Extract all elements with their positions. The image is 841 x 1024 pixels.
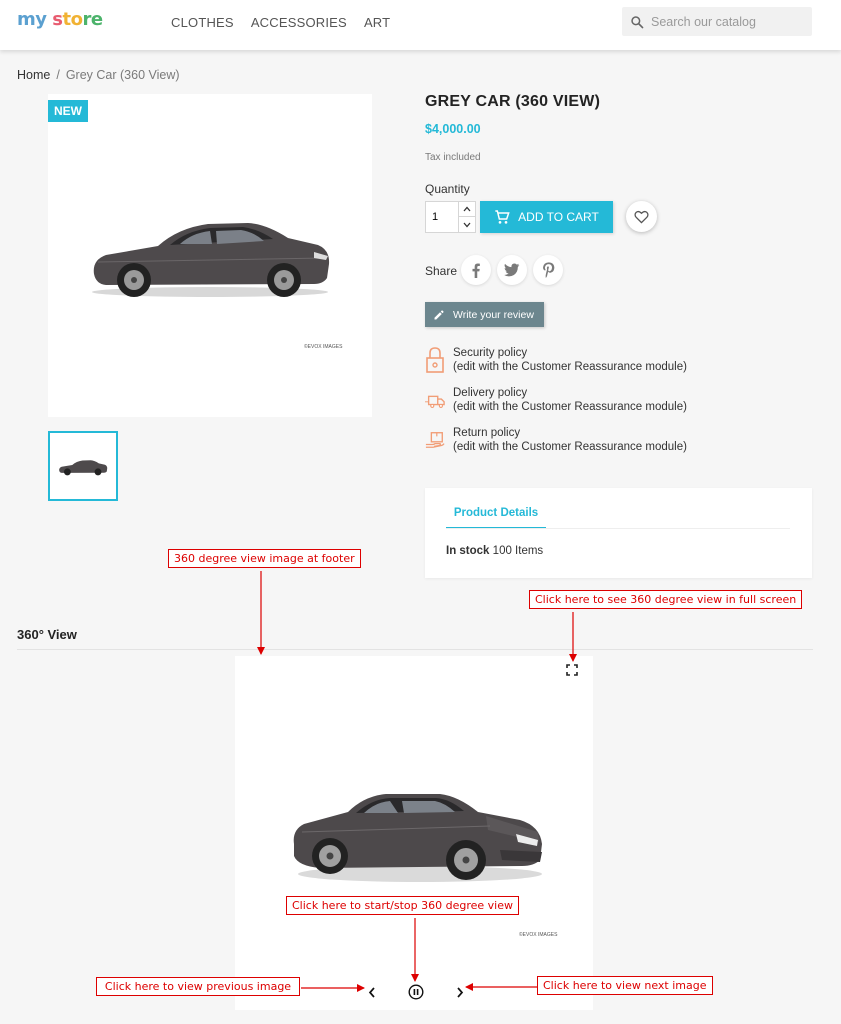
quantity-label: Quantity xyxy=(425,182,470,196)
chevron-left-icon xyxy=(368,986,375,998)
site-header: my store CLOTHES ACCESSORIES ART xyxy=(0,0,841,50)
section-divider xyxy=(17,649,813,650)
quantity-input[interactable] xyxy=(426,202,459,232)
car-360-image xyxy=(293,794,542,882)
chevron-down-icon xyxy=(463,222,471,227)
reassurance-return: Return policy (edit with the Customer Re… xyxy=(425,426,687,454)
annotation-next: Click here to view next image xyxy=(537,976,713,995)
share-facebook-button[interactable] xyxy=(461,255,491,285)
stock-status: In stock 100 Items xyxy=(446,545,544,557)
quantity-down-button[interactable] xyxy=(458,217,475,232)
reassurance-security: Security policy (edit with the Customer … xyxy=(425,346,687,374)
reassurance-title: Delivery policy xyxy=(453,387,528,399)
search-input[interactable] xyxy=(651,14,801,29)
nav-accessories[interactable]: ACCESSORIES xyxy=(251,15,347,30)
cart-icon xyxy=(495,210,510,224)
breadcrumb-home[interactable]: Home xyxy=(17,68,50,82)
share-twitter-button[interactable] xyxy=(497,255,527,285)
add-to-cart-button[interactable]: ADD TO CART xyxy=(480,201,613,233)
pause-icon xyxy=(408,984,424,1000)
share-pinterest-button[interactable] xyxy=(533,255,563,285)
car-image xyxy=(92,223,330,297)
play-pause-button[interactable] xyxy=(407,983,425,1001)
tab-divider xyxy=(446,528,790,529)
share-label: Share xyxy=(425,264,458,278)
quantity-stepper xyxy=(425,201,476,233)
watermark: ©EVOX IMAGES xyxy=(304,344,343,350)
product-thumbnail[interactable] xyxy=(48,431,118,501)
nav-clothes[interactable]: CLOTHES xyxy=(171,15,234,30)
write-review-button[interactable]: Write your review xyxy=(425,302,544,327)
search-icon[interactable] xyxy=(630,15,644,29)
reassurance-note: (edit with the Customer Reassurance modu… xyxy=(453,401,687,413)
next-image-button[interactable] xyxy=(453,983,467,1001)
annotation-previous: Click here to view previous image xyxy=(96,977,300,996)
main-nav: CLOTHES ACCESSORIES ART xyxy=(171,15,390,30)
product-title: GREY CAR (360 VIEW) xyxy=(425,93,601,110)
store-logo[interactable]: my store xyxy=(17,9,103,30)
reassurance-delivery: Delivery policy (edit with the Customer … xyxy=(425,386,687,414)
previous-image-button[interactable] xyxy=(365,983,379,1001)
product-details-panel: Product Details In stock 100 Items xyxy=(425,488,812,578)
new-badge: NEW xyxy=(48,100,88,122)
tax-note: Tax included xyxy=(425,152,481,163)
search-box xyxy=(622,7,812,36)
reassurance-title: Return policy xyxy=(453,427,521,439)
reassurance-title: Security policy xyxy=(453,347,528,359)
annotation-startstop: Click here to start/stop 360 degree view xyxy=(286,896,519,915)
section-title-360: 360° View xyxy=(17,627,77,642)
twitter-icon xyxy=(504,263,520,277)
chevron-up-icon xyxy=(463,206,471,212)
pencil-icon xyxy=(434,309,444,319)
watermark-360: ©EVOX IMAGES xyxy=(519,932,558,938)
annotation-footer: 360 degree view image at footer xyxy=(168,549,361,568)
car-thumbnail-image xyxy=(59,460,108,476)
annotation-fullscreen: Click here to see 360 degree view in ful… xyxy=(529,590,803,609)
reassurance-note: (edit with the Customer Reassurance modu… xyxy=(453,361,687,373)
wishlist-button[interactable] xyxy=(626,201,657,232)
breadcrumb: Home / Grey Car (360 View) xyxy=(17,68,180,82)
360-viewer[interactable]: ©EVOX IMAGES xyxy=(235,656,593,1010)
return-box-icon xyxy=(425,432,445,448)
product-price: $4,000.00 xyxy=(425,122,481,136)
lock-icon xyxy=(426,347,444,373)
chevron-right-icon xyxy=(457,986,464,998)
pinterest-icon xyxy=(542,262,554,278)
quantity-up-button[interactable] xyxy=(458,202,475,217)
facebook-icon xyxy=(472,263,480,278)
fullscreen-icon[interactable] xyxy=(566,664,578,676)
heart-icon xyxy=(634,210,649,224)
product-main-image[interactable]: NEW ©EVOX IMAGES xyxy=(48,94,372,417)
breadcrumb-current: Grey Car (360 View) xyxy=(65,68,180,82)
truck-icon xyxy=(425,395,445,408)
reassurance-note: (edit with the Customer Reassurance modu… xyxy=(453,441,687,453)
nav-art[interactable]: ART xyxy=(364,15,390,30)
tab-product-details[interactable]: Product Details xyxy=(446,507,546,529)
